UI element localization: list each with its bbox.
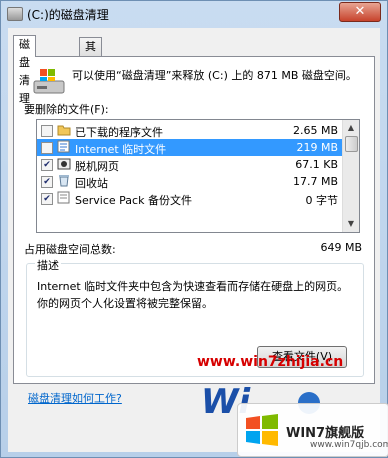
- list-item[interactable]: ✔ 脱机网页 67.1 KB: [37, 156, 342, 173]
- checkbox[interactable]: [41, 142, 53, 154]
- description-text: Internet 临时文件夹中包含为快速查看而存储在硬盘上的网页。你的网页个人化…: [37, 280, 349, 310]
- disk-cleanup-window: (C:)的磁盘清理 ✕ 磁盘清理 其他选项 可以使用“磁盘清理”来释放 (C:)…: [0, 0, 388, 458]
- watermark-badge: WIN7旗舰版 www.win7qjb.com: [237, 403, 388, 457]
- watermark-url: www.win7zhijia.cn: [197, 354, 344, 370]
- close-button[interactable]: ✕: [339, 2, 381, 22]
- file-size: 67.1 KB: [295, 158, 338, 171]
- title-bar[interactable]: (C:)的磁盘清理 ✕: [1, 1, 387, 27]
- file-name: Service Pack 备份文件: [75, 194, 192, 207]
- scroll-down-icon[interactable]: ▼: [343, 216, 359, 232]
- list-item[interactable]: ✔ Service Pack 备份文件 0 字节: [37, 190, 342, 207]
- offline-page-icon: [57, 158, 71, 170]
- checkbox[interactable]: ✔: [41, 159, 53, 171]
- file-size: 0 字节: [305, 194, 339, 207]
- recycle-bin-icon: [59, 175, 69, 187]
- hard-drive-icon: [33, 69, 65, 94]
- files-list[interactable]: 已下载的程序文件 2.65 MB Internet 临时文件 219 MB ✔ …: [36, 119, 360, 233]
- checkbox[interactable]: ✔: [41, 193, 53, 205]
- drive-icon: [7, 7, 23, 21]
- list-item[interactable]: 已下载的程序文件 2.65 MB: [37, 122, 342, 139]
- list-item[interactable]: ✔ 回收站 17.7 MB: [37, 173, 342, 190]
- window-title: (C:)的磁盘清理: [27, 8, 109, 22]
- file-name: Internet 临时文件: [75, 143, 167, 156]
- help-link[interactable]: 磁盘清理如何工作?: [28, 390, 122, 406]
- watermark-site: www.win7qjb.com: [310, 440, 388, 450]
- tab-disk-cleanup[interactable]: 磁盘清理: [13, 35, 36, 105]
- file-name: 已下载的程序文件: [75, 126, 163, 139]
- checkbox[interactable]: [41, 125, 53, 137]
- scroll-up-icon[interactable]: ▲: [343, 120, 359, 136]
- tab-more-options[interactable]: 其他选项: [79, 37, 102, 107]
- files-to-delete-label: 要删除的文件(F):: [24, 103, 109, 116]
- watermark-brand: WIN7旗舰版: [286, 426, 365, 441]
- file-size: 2.65 MB: [292, 124, 338, 137]
- description-title: 描述: [35, 257, 61, 273]
- folder-icon: [57, 125, 71, 136]
- file-size: 17.7 MB: [292, 175, 338, 188]
- intro-text: 可以使用“磁盘清理”来释放 (C:) 上的 871 MB 磁盘空间。: [72, 69, 357, 82]
- windows-flag-icon: [246, 414, 278, 446]
- disk-cleanup-panel: 可以使用“磁盘清理”来释放 (C:) 上的 871 MB 磁盘空间。 要删除的文…: [13, 56, 375, 384]
- list-item[interactable]: Internet 临时文件 219 MB: [37, 139, 342, 156]
- internet-files-icon: [57, 140, 70, 153]
- total-space-value: 649 MB: [320, 241, 362, 254]
- scroll-thumb[interactable]: [345, 136, 358, 152]
- file-name: 脱机网页: [75, 160, 119, 173]
- dialog-client-area: 磁盘清理 其他选项 可以使用“磁盘清理”来释放 (C:) 上的 871 MB 磁…: [8, 28, 380, 452]
- file-size: 219 MB: [296, 141, 338, 154]
- checkbox[interactable]: ✔: [41, 176, 53, 188]
- service-pack-icon: [57, 191, 70, 204]
- list-scrollbar[interactable]: ▲ ▼: [342, 120, 359, 232]
- file-name: 回收站: [75, 177, 108, 190]
- total-space-label: 占用磁盘空间总数:: [24, 243, 116, 256]
